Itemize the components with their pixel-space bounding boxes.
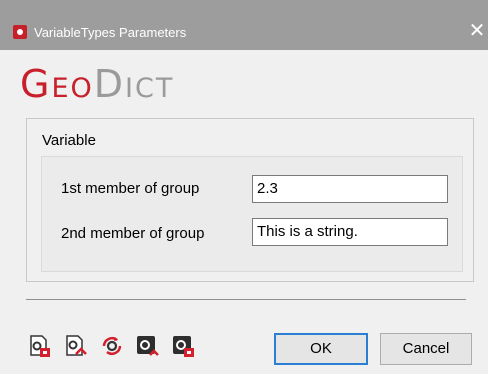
close-icon[interactable]: ✕ <box>466 20 488 42</box>
field-label-second-member: 2nd member of group <box>61 225 205 242</box>
save-macro-icon[interactable] <box>172 334 196 358</box>
window-title: VariableTypes Parameters <box>34 25 187 40</box>
geodict-logo: GEODICT <box>20 62 175 106</box>
load-macro-icon[interactable] <box>136 334 160 358</box>
ok-button[interactable]: OK <box>274 333 368 365</box>
field-label-first-member: 1st member of group <box>61 180 200 197</box>
fields-panel <box>41 156 463 272</box>
first-member-input[interactable]: 2.3 <box>252 175 448 203</box>
second-member-input[interactable]: This is a string. <box>252 218 448 246</box>
separator-line <box>26 299 466 300</box>
group-title: Variable <box>42 132 96 149</box>
reset-settings-icon[interactable] <box>100 334 124 358</box>
load-settings-icon[interactable] <box>28 334 52 358</box>
save-settings-icon[interactable] <box>64 334 88 358</box>
title-bar: VariableTypes Parameters ✕ <box>0 0 488 50</box>
app-icon <box>13 25 27 39</box>
cancel-button[interactable]: Cancel <box>380 333 472 365</box>
